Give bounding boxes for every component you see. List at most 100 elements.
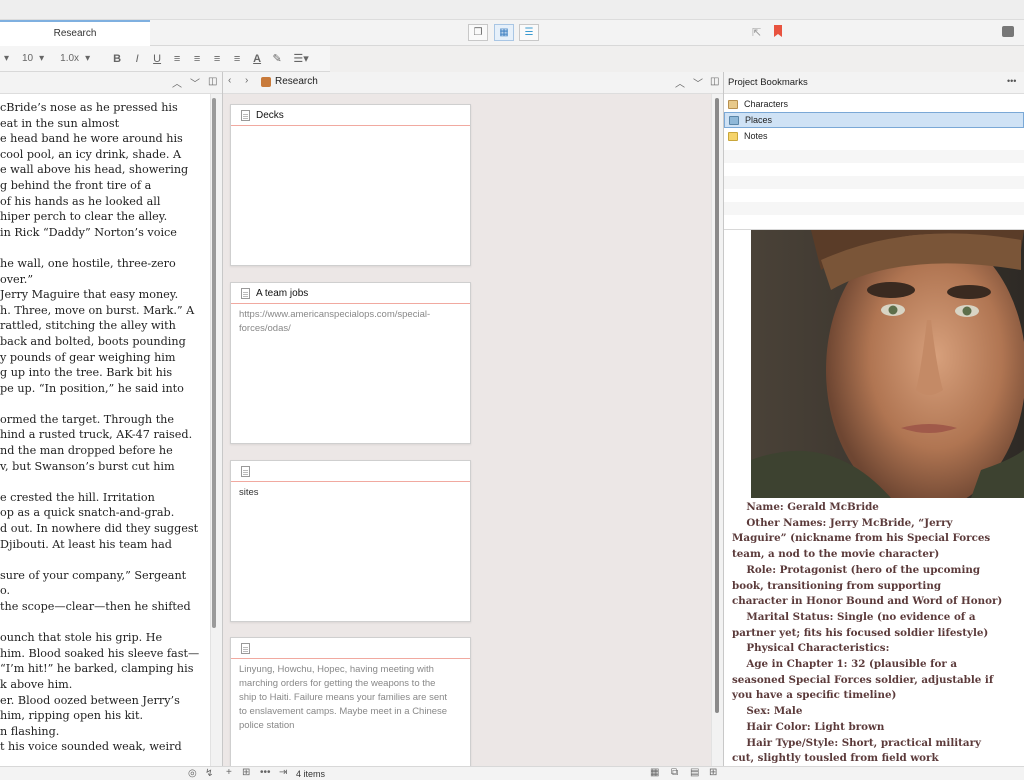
format-bar: ▾ 10 ▾ 1.0x ▾ B I U ≡ ≡ ≡ ≡ A ✎ ☰▾: [0, 46, 330, 72]
editor-line: e head band he wore around his: [0, 132, 183, 146]
text-color-icon[interactable]: A: [250, 53, 264, 65]
align-right-icon[interactable]: ≡: [230, 53, 244, 65]
places-folder-icon: [729, 115, 739, 125]
underline-button[interactable]: U: [150, 53, 164, 65]
editor-line: of his hands as he looked all: [0, 194, 161, 208]
index-card[interactable]: Linyung, Howchu, Hopec, having meeting w…: [230, 637, 471, 766]
target-icon[interactable]: ◎: [188, 768, 197, 779]
editor-header: ︿ ﹀ ◫: [0, 72, 222, 94]
chevron-down-icon[interactable]: ﹀: [693, 75, 703, 90]
character-portrait-image: [751, 230, 1024, 498]
bookmark-label: Notes: [744, 131, 768, 141]
breadcrumb[interactable]: Research: [275, 76, 318, 87]
notes-line: you have a specific timeline): [732, 689, 897, 702]
bookmark-icon[interactable]: [774, 25, 782, 37]
editor-scroll-thumb[interactable]: [212, 98, 216, 628]
index-card[interactable]: sites: [230, 460, 471, 622]
tab-bar: Research ❐ ▦ ☰ ⇱: [0, 20, 1024, 46]
editor-line: hiper perch to clear the alley.: [0, 210, 168, 224]
inspector-header: Project Bookmarks •••: [724, 72, 1024, 94]
title-strip: [0, 0, 1024, 20]
single-doc-icon: ❐: [473, 27, 483, 38]
bookmark-item-notes[interactable]: Notes: [724, 128, 1024, 144]
forward-icon[interactable]: ›: [245, 75, 248, 86]
characters-folder-icon: [728, 99, 738, 109]
bold-button[interactable]: B: [110, 53, 124, 65]
notes-line: Age in Chapter 1: 32 (plausible for a: [732, 658, 958, 671]
comment-icon[interactable]: ↯: [205, 768, 213, 779]
index-card[interactable]: Decks: [230, 104, 471, 266]
bookmark-label: Characters: [744, 99, 789, 109]
chevron-down-icon[interactable]: ﹀: [190, 75, 200, 90]
editor-line: e wall above his head, showering: [0, 163, 189, 177]
size-icon[interactable]: ⊞: [709, 767, 717, 778]
align-justify-icon[interactable]: ≡: [210, 53, 224, 65]
align-center-icon[interactable]: ≡: [190, 53, 204, 65]
split-toggle-icon[interactable]: ◫: [208, 76, 217, 87]
index-card[interactable]: A team jobs https://www.americanspecialo…: [230, 282, 471, 444]
editor-line: hind a rusted truck, AK-47 raised.: [0, 428, 193, 442]
notes-line: Name: Gerald McBride: [732, 501, 879, 513]
italic-button[interactable]: I: [130, 53, 144, 65]
bookmark-item-places[interactable]: Places: [724, 112, 1024, 128]
paragraph-style-select[interactable]: ▾: [4, 53, 16, 64]
notes-folder-icon: [728, 131, 738, 141]
card-title: A team jobs: [256, 287, 309, 299]
line-spacing-select[interactable]: 1.0x ▾: [60, 53, 90, 64]
bookmark-item-characters[interactable]: Characters: [724, 96, 1024, 112]
add-folder-icon[interactable]: ⊞: [242, 767, 250, 778]
editor-line: n flashing.: [0, 724, 60, 738]
inspector-toggle-icon[interactable]: [1002, 26, 1014, 37]
list-style-icon[interactable]: ☰▾: [290, 52, 312, 65]
editor-line: over.”: [0, 272, 34, 286]
view-corkboard-button[interactable]: ▦: [494, 24, 514, 41]
tab-research[interactable]: Research: [0, 20, 150, 46]
editor-line: h. Three, move on burst. Mark.” A: [0, 303, 195, 317]
split-toggle-icon[interactable]: ◫: [710, 76, 719, 87]
editor-line: cool pool, an icy drink, shade. A: [0, 147, 182, 161]
move-icon[interactable]: ⇥: [279, 767, 287, 778]
label-icon[interactable]: ▤: [690, 767, 699, 778]
inspector-title: Project Bookmarks: [728, 77, 808, 88]
bookmark-notes[interactable]: Name: Gerald McBride Other Names: Jerry …: [724, 230, 1024, 780]
more-icon[interactable]: •••: [260, 767, 271, 778]
card-synopsis: https://www.americanspecialops.com/speci…: [239, 309, 431, 334]
share-icon[interactable]: ⇱: [752, 26, 761, 39]
editor-line: ounch that stole his grip. He: [0, 631, 163, 645]
notes-line: Other Names: Jerry McBride, “Jerry: [732, 516, 953, 529]
bookmarks-list: Characters Places Notes: [724, 94, 1024, 230]
editor-line: sure of your company,” Sergeant: [0, 568, 187, 582]
editor-line: he wall, one hostile, three-zero: [0, 256, 176, 270]
notes-line: Physical Characteristics:: [732, 642, 890, 655]
research-folder-icon: [261, 77, 271, 87]
grid-view-icon[interactable]: ▦: [650, 767, 659, 778]
freeform-icon[interactable]: ⧉: [671, 767, 678, 778]
editor-line: in Rick “Daddy” Norton’s voice: [0, 225, 177, 239]
outline-icon: ☰: [524, 27, 534, 38]
editor-line: the scope—clear—then he shifted: [0, 600, 191, 613]
editor-line: Djibouti. At least his team had: [0, 537, 172, 551]
status-bar: ◎ ↯ + ⊞ ••• ⇥ 4 items ▦ ⧉ ▤ ⊞: [0, 766, 1024, 780]
editor-line: back and bolted, boots pounding: [0, 334, 186, 348]
chevron-up-icon[interactable]: ︿: [172, 75, 182, 90]
align-left-icon[interactable]: ≡: [170, 53, 184, 65]
highlight-icon[interactable]: ✎: [270, 52, 284, 65]
more-options-icon[interactable]: •••: [1007, 76, 1016, 86]
item-count: 4 items: [296, 769, 326, 779]
text-editor[interactable]: cBride’s nose as he pressed his eat in th…: [0, 94, 210, 766]
corkboard-scroll-thumb[interactable]: [715, 98, 719, 713]
notes-line: character in Honor Bound and Word of Hon…: [732, 595, 1003, 608]
view-outline-button[interactable]: ☰: [519, 24, 539, 41]
notes-line: book, transitioning from supporting: [732, 579, 942, 592]
view-single-doc-button[interactable]: ❐: [468, 24, 488, 41]
chevron-up-icon[interactable]: ︿: [675, 75, 685, 90]
editor-line: o.: [0, 584, 11, 598]
font-size-select[interactable]: 10 ▾: [22, 53, 44, 64]
add-icon[interactable]: +: [226, 767, 232, 778]
card-title: Decks: [256, 109, 284, 121]
notes-line: Sex: Male: [732, 705, 803, 718]
back-icon[interactable]: ‹: [228, 75, 231, 86]
